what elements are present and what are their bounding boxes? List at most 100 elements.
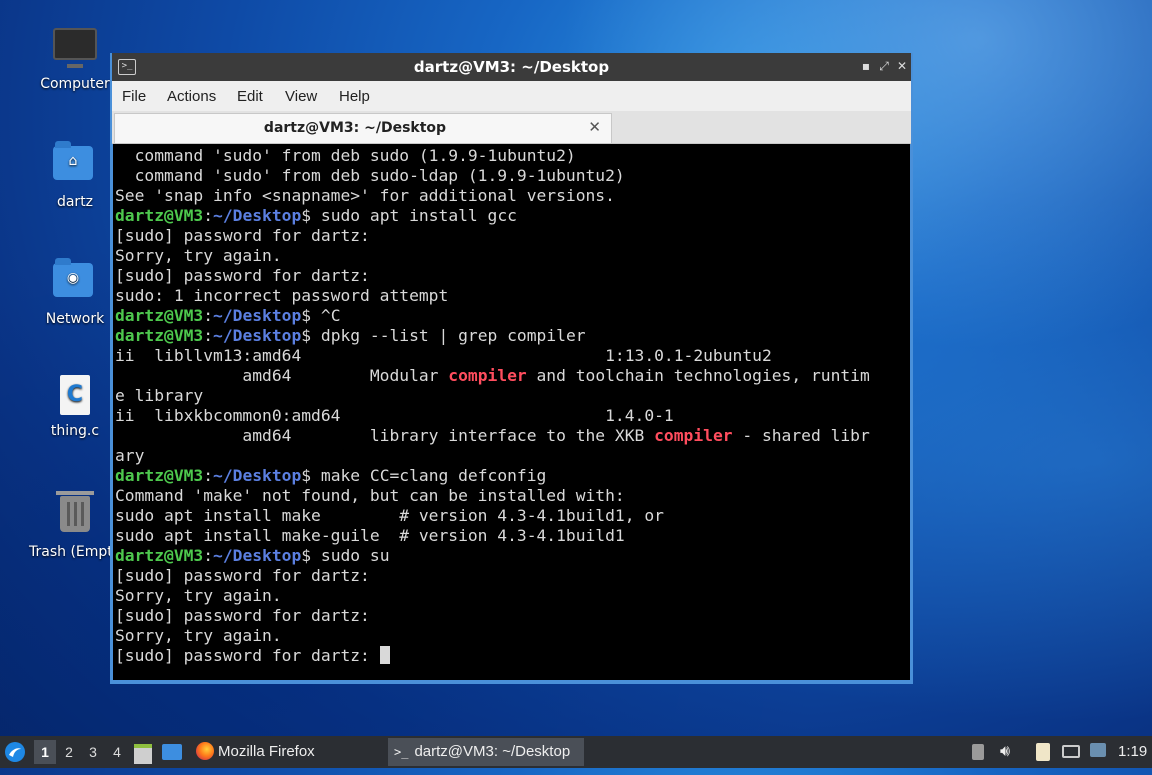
prompt-path: ~/Desktop [213, 546, 302, 565]
output-text: ary [115, 446, 145, 465]
terminal-line: [sudo] password for dartz: [115, 566, 910, 586]
prompt-command: $ ^C [301, 306, 341, 325]
show-desktop-launcher[interactable] [162, 736, 184, 768]
keyboard-layout-icon[interactable] [972, 736, 988, 768]
terminal-line: dartz@VM3:~/Desktop$ sudo apt install gc… [115, 206, 910, 226]
grep-match: compiler [448, 366, 527, 385]
menu-file[interactable]: File [122, 88, 146, 105]
close-button[interactable]: ✕ [894, 58, 910, 74]
prompt-command: $ sudo su [301, 546, 390, 565]
prompt-command: $ dpkg --list | grep compiler [301, 326, 586, 345]
menu-help[interactable]: Help [339, 88, 370, 105]
prompt-path: ~/Desktop [213, 206, 302, 225]
menu-edit[interactable]: Edit [237, 88, 263, 105]
prompt-path: ~/Desktop [213, 326, 302, 345]
terminal-line: Sorry, try again. [115, 246, 910, 266]
output-text: amd64 library interface to the XKB [115, 426, 655, 445]
task-label: Mozilla Firefox [218, 743, 315, 760]
task-firefox[interactable]: Mozilla Firefox [190, 738, 321, 766]
output-text: Sorry, try again. [115, 246, 282, 265]
terminal-line: dartz@VM3:~/Desktop$ sudo su [115, 546, 910, 566]
menu-view[interactable]: View [285, 88, 317, 105]
prompt-separator: : [203, 326, 214, 345]
computer-icon [53, 28, 97, 72]
terminal-icon: >_ [394, 745, 409, 759]
desktop-icon-label: Computer [40, 76, 110, 92]
terminal-line: See 'snap info <snapname>' for additiona… [115, 186, 910, 206]
terminal-cursor [379, 646, 390, 664]
firefox-icon [196, 742, 214, 760]
maximize-button[interactable]: ⤢ [876, 58, 892, 74]
terminal-line: ary [115, 446, 910, 466]
terminal-line: sudo apt install make-guile # version 4.… [115, 526, 910, 546]
terminal-line: ii libxkbcommon0:amd64 1.4.0-1 [115, 406, 910, 426]
output-text: [sudo] password for dartz: [115, 646, 380, 665]
network-folder-icon: ◉ [53, 258, 97, 307]
update-notifier-icon[interactable] [1090, 736, 1110, 768]
terminal-output[interactable]: command 'sudo' from deb sudo (1.9.9-1ubu… [113, 144, 910, 680]
desktop-icon-label: thing.c [50, 423, 100, 439]
clock[interactable]: 1:19 [1118, 736, 1150, 768]
network-icon[interactable] [1062, 736, 1084, 768]
workspace-4[interactable]: 4 [106, 740, 128, 764]
start-menu-button[interactable] [4, 736, 30, 768]
lubuntu-logo-icon [5, 742, 25, 762]
c-source-file-icon: C [53, 375, 97, 419]
output-text: ii libllvm13:amd64 1:13.0.1-2ubuntu2 [115, 346, 772, 365]
output-text: See 'snap info <snapname>' for additiona… [115, 186, 615, 205]
workspace-2[interactable]: 2 [58, 740, 80, 764]
terminal-line: Sorry, try again. [115, 626, 910, 646]
prompt-user: dartz@VM3 [115, 466, 204, 485]
prompt-user: dartz@VM3 [115, 546, 204, 565]
prompt-separator: : [203, 546, 214, 565]
workspace-3[interactable]: 3 [82, 740, 104, 764]
terminal-line: dartz@VM3:~/Desktop$ dpkg --list | grep … [115, 326, 910, 346]
grep-match: compiler [654, 426, 733, 445]
output-text: [sudo] password for dartz: [115, 606, 370, 625]
prompt-separator: : [203, 306, 214, 325]
task-terminal[interactable]: >_ dartz@VM3: ~/Desktop [388, 738, 584, 766]
menu-actions[interactable]: Actions [167, 88, 216, 105]
terminal-line: amd64 library interface to the XKB compi… [115, 426, 910, 446]
output-text: [sudo] password for dartz: [115, 226, 370, 245]
prompt-separator: : [203, 206, 214, 225]
output-text: sudo: 1 incorrect password attempt [115, 286, 449, 305]
output-text: ii libxkbcommon0:amd64 1.4.0-1 [115, 406, 674, 425]
tab-terminal[interactable]: dartz@VM3: ~/Desktop ✕ [114, 113, 612, 143]
terminal-line: [sudo] password for dartz: [115, 266, 910, 286]
menu-bar: File Actions Edit View Help [112, 81, 911, 111]
prompt-command: $ make CC=clang defconfig [301, 466, 547, 485]
terminal-line: Sorry, try again. [115, 586, 910, 606]
tab-label: dartz@VM3: ~/Desktop [263, 120, 447, 136]
prompt-path: ~/Desktop [213, 306, 302, 325]
output-text: command 'sudo' from deb sudo-ldap (1.9.9… [115, 166, 625, 185]
output-text: Sorry, try again. [115, 626, 282, 645]
terminal-line: [sudo] password for dartz: [115, 606, 910, 626]
window-titlebar[interactable]: >_ dartz@VM3: ~/Desktop ▪ ⤢ ✕ [112, 53, 911, 81]
output-text: and toolchain technologies, runtim [526, 366, 870, 385]
volume-icon[interactable]: 🔊︎ [1000, 736, 1018, 768]
prompt-path: ~/Desktop [213, 466, 302, 485]
trash-icon [53, 491, 97, 540]
home-folder-icon: ⌂ [53, 141, 97, 190]
terminal-text: command 'sudo' from deb sudo (1.9.9-1ubu… [113, 144, 910, 666]
file-manager-icon [134, 744, 152, 764]
terminal-line: command 'sudo' from deb sudo (1.9.9-1ubu… [115, 146, 910, 166]
output-text: Sorry, try again. [115, 586, 282, 605]
workspace-1[interactable]: 1 [34, 740, 56, 764]
terminal-line: [sudo] password for dartz: [115, 226, 910, 246]
terminal-line: Command 'make' not found, but can be ins… [115, 486, 910, 506]
output-text: e library [115, 386, 204, 405]
taskbar: 1 2 3 4 Mozilla Firefox >_ dartz@VM3: ~/D… [0, 736, 1152, 768]
file-manager-launcher[interactable] [134, 736, 156, 768]
task-label: dartz@VM3: ~/Desktop [414, 743, 571, 760]
tab-bar: dartz@VM3: ~/Desktop ✕ [112, 111, 911, 144]
prompt-user: dartz@VM3 [115, 326, 204, 345]
clipboard-icon[interactable] [1036, 736, 1054, 768]
output-text: - shared libr [732, 426, 870, 445]
tab-close-icon[interactable]: ✕ [588, 118, 601, 136]
desktop-icon-label: Network [45, 311, 105, 327]
output-text: Command 'make' not found, but can be ins… [115, 486, 625, 505]
terminal-window[interactable]: >_ dartz@VM3: ~/Desktop ▪ ⤢ ✕ File Actio… [110, 53, 913, 684]
minimize-button[interactable]: ▪ [858, 58, 874, 74]
